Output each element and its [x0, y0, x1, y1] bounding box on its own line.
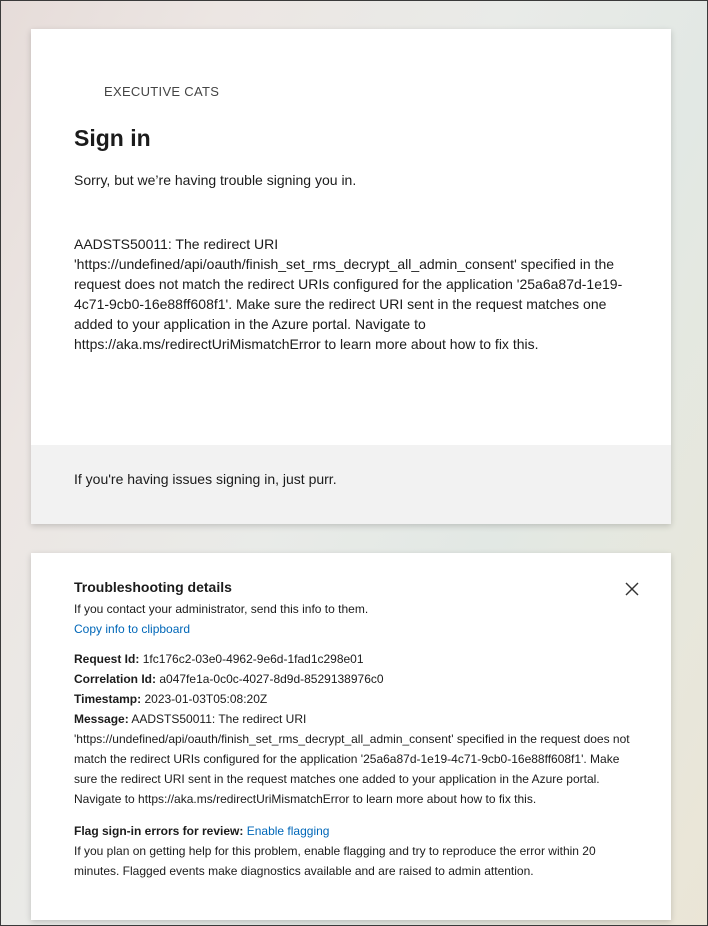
correlation-id-label: Correlation Id: — [74, 672, 157, 686]
enable-flagging-link[interactable]: Enable flagging — [247, 824, 330, 838]
request-id-label: Request Id: — [74, 652, 140, 666]
troubleshooting-body: If you contact your administrator, send … — [74, 599, 634, 881]
correlation-id-row: Correlation Id: a047fe1a-0c0c-4027-8d9d-… — [74, 669, 634, 689]
flag-description: If you plan on getting help for this pro… — [74, 844, 596, 878]
close-button[interactable] — [622, 579, 642, 599]
troubleshooting-card: Troubleshooting details If you contact y… — [31, 553, 671, 920]
signin-card: EXECUTIVE CATS Sign in Sorry, but we’re … — [31, 29, 671, 524]
timestamp-label: Timestamp: — [74, 692, 142, 706]
message-label: Message: — [74, 712, 129, 726]
message-row: Message: AADSTS50011: The redirect URI '… — [74, 709, 634, 809]
error-message: AADSTS50011: The redirect URI 'https://u… — [74, 236, 623, 352]
troubleshooting-title: Troubleshooting details — [74, 579, 232, 595]
message-value: AADSTS50011: The redirect URI 'https://u… — [74, 712, 630, 806]
error-subtitle: Sorry, but we’re having trouble signing … — [74, 172, 357, 188]
footer-band: If you're having issues signing in, just… — [31, 445, 671, 524]
flag-label: Flag sign-in errors for review: — [74, 824, 244, 838]
brand-name: EXECUTIVE CATS — [104, 84, 220, 99]
timestamp-value: 2023-01-03T05:08:20Z — [144, 692, 268, 706]
copy-info-link[interactable]: Copy info to clipboard — [74, 622, 190, 636]
footer-text: If you're having issues signing in, just… — [74, 471, 337, 487]
troubleshooting-intro: If you contact your administrator, send … — [74, 602, 369, 616]
correlation-id-value: a047fe1a-0c0c-4027-8d9d-8529138976c0 — [159, 672, 384, 686]
close-icon — [625, 582, 639, 596]
request-id-row: Request Id: 1fc176c2-03e0-4962-9e6d-1fad… — [74, 649, 634, 669]
page-title: Sign in — [74, 125, 151, 151]
request-id-value: 1fc176c2-03e0-4962-9e6d-1fad1c298e01 — [142, 652, 364, 666]
timestamp-row: Timestamp: 2023-01-03T05:08:20Z — [74, 689, 634, 709]
flag-row: Flag sign-in errors for review: Enable f… — [74, 821, 634, 841]
